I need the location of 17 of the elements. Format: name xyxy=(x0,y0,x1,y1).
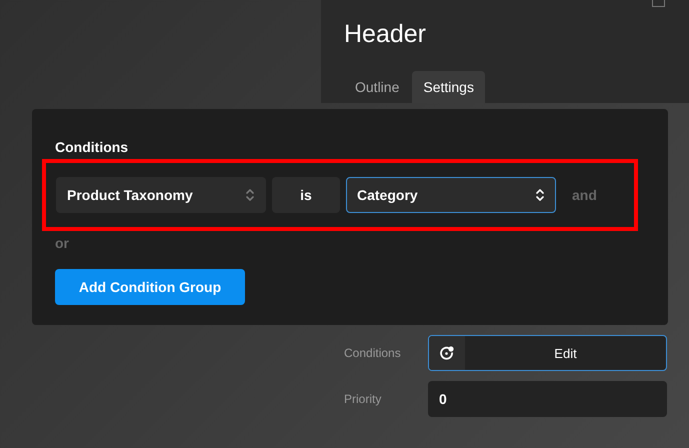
chevron-icon xyxy=(245,188,255,202)
conditions-icon xyxy=(440,346,454,360)
conditions-heading: Conditions xyxy=(55,139,130,155)
and-label: and xyxy=(572,187,597,203)
priority-field[interactable]: 0 xyxy=(428,381,667,417)
chevron-icon xyxy=(535,188,545,202)
or-label: or xyxy=(55,235,70,251)
tab[interactable]: Settings xyxy=(412,71,485,103)
edit-conditions-button[interactable]: Edit xyxy=(428,335,667,371)
panel-icon[interactable] xyxy=(652,0,665,7)
operator-field[interactable]: is xyxy=(272,177,340,213)
select-field[interactable]: Product Taxonomy xyxy=(56,177,266,213)
panel-title: Header xyxy=(344,20,427,50)
field-label: Conditions xyxy=(344,346,402,360)
select-field[interactable]: Category xyxy=(346,177,556,213)
tab[interactable]: Outline xyxy=(344,71,410,103)
field-label: Priority xyxy=(344,392,382,406)
